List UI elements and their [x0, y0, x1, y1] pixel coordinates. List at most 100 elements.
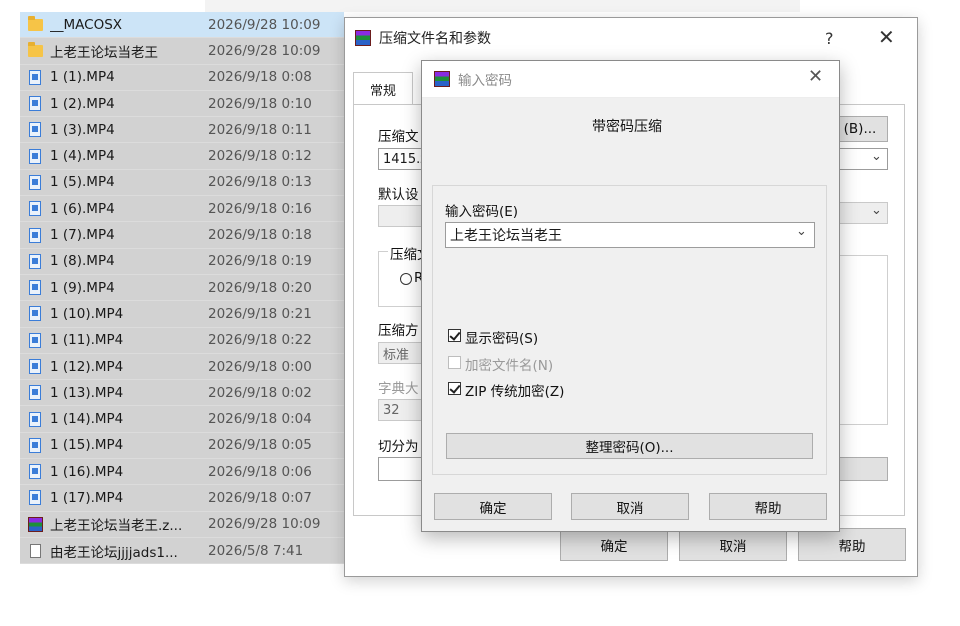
- chevron-down-icon[interactable]: ⌄: [796, 224, 807, 239]
- file-row[interactable]: 1 (13).MP4 2026/9/18 0:02: [20, 380, 344, 407]
- file-row[interactable]: 上老王论坛当老王 2026/9/28 10:09: [20, 38, 344, 65]
- file-modified-date: 2026/9/18 0:00: [208, 358, 312, 375]
- file-modified-date: 2026/9/18 0:19: [208, 253, 312, 270]
- password-input[interactable]: 上老王论坛当老王: [445, 222, 815, 248]
- file-name: 1 (3).MP4: [50, 121, 115, 138]
- file-row[interactable]: 1 (17).MP4 2026/9/18 0:07: [20, 485, 344, 512]
- file-icon-cell: [20, 437, 50, 453]
- archive-ok-button[interactable]: 确定: [560, 528, 668, 561]
- file-modified-date: 2026/9/18 0:22: [208, 332, 312, 349]
- file-modified-date: 2026/9/18 0:21: [208, 305, 312, 322]
- file-name: 1 (6).MP4: [50, 200, 115, 217]
- file-modified-date: 2026/9/18 0:20: [208, 279, 312, 296]
- video-file-icon: [29, 201, 41, 217]
- password-dialog-title: 输入密码: [458, 73, 512, 89]
- file-name: 1 (7).MP4: [50, 227, 115, 244]
- video-file-icon: [29, 148, 41, 164]
- file-row[interactable]: 由老王论坛jjjjads1... 2026/5/8 7:41: [20, 537, 344, 565]
- password-dialog-titlebar: 输入密码: [422, 61, 839, 98]
- file-name: 上老王论坛当老王: [50, 44, 158, 61]
- file-row[interactable]: 1 (10).MP4 2026/9/18 0:21: [20, 301, 344, 328]
- text-file-icon: [29, 543, 41, 558]
- file-row[interactable]: 1 (3).MP4 2026/9/18 0:11: [20, 117, 344, 144]
- video-file-icon: [29, 69, 41, 85]
- help-icon[interactable]: ?: [825, 29, 834, 48]
- video-file-icon: [29, 306, 41, 322]
- file-icon-cell: [20, 69, 50, 85]
- file-icon-cell: [20, 516, 50, 532]
- file-row[interactable]: 1 (5).MP4 2026/9/18 0:13: [20, 169, 344, 197]
- format-radio[interactable]: [400, 273, 412, 285]
- file-icon-cell: [20, 543, 50, 558]
- file-name: 由老王论坛jjjjads1...: [50, 544, 178, 561]
- encrypt-filenames-checkbox[interactable]: [448, 356, 461, 369]
- file-modified-date: 2026/9/28 10:09: [208, 516, 321, 533]
- file-modified-date: 2026/9/18 0:06: [208, 463, 312, 480]
- enter-password-dialog: 输入密码 ✕ 带密码压缩 输入密码(E) 上老王论坛当老王 ⌄ 显示密码(S) …: [421, 60, 840, 532]
- file-row[interactable]: 1 (1).MP4 2026/9/18 0:08: [20, 64, 344, 91]
- file-modified-date: 2026/9/18 0:18: [208, 227, 312, 244]
- close-icon[interactable]: ✕: [878, 25, 895, 49]
- explorer-column-header-strip: [205, 0, 800, 12]
- file-row[interactable]: 上老王论坛当老王.z... 2026/9/28 10:09: [20, 511, 344, 538]
- file-row[interactable]: 1 (12).MP4 2026/9/18 0:00: [20, 353, 344, 381]
- file-name: 1 (2).MP4: [50, 95, 115, 112]
- password-ok-button[interactable]: 确定: [434, 493, 552, 520]
- file-modified-date: 2026/5/8 7:41: [208, 542, 304, 559]
- file-modified-date: 2026/9/28 10:09: [208, 16, 321, 33]
- archive-dialog-title: 压缩文件名和参数: [379, 31, 491, 47]
- file-modified-date: 2026/9/18 0:10: [208, 95, 312, 112]
- file-name: 1 (14).MP4: [50, 411, 124, 428]
- password-heading: 带密码压缩: [592, 119, 662, 135]
- file-row[interactable]: 1 (15).MP4 2026/9/18 0:05: [20, 432, 344, 460]
- file-row[interactable]: 1 (6).MP4 2026/9/18 0:16: [20, 196, 344, 223]
- file-icon-cell: [20, 359, 50, 374]
- file-modified-date: 2026/9/18 0:12: [208, 148, 312, 165]
- video-file-icon: [29, 122, 41, 138]
- file-icon-cell: [20, 280, 50, 296]
- archive-help-button[interactable]: 帮助: [798, 528, 906, 561]
- file-name: 1 (1).MP4: [50, 69, 115, 86]
- password-cancel-button[interactable]: 取消: [571, 493, 689, 520]
- file-row[interactable]: __MACOSX 2026/9/28 10:09: [20, 12, 344, 39]
- file-name: 1 (10).MP4: [50, 305, 124, 322]
- file-name: 1 (16).MP4: [50, 463, 124, 480]
- organize-passwords-button[interactable]: 整理密码(O)...: [446, 433, 813, 459]
- options-group: [832, 255, 888, 425]
- archive-cancel-button[interactable]: 取消: [679, 528, 787, 561]
- file-name: 1 (8).MP4: [50, 253, 115, 270]
- close-icon[interactable]: ✕: [808, 66, 823, 87]
- file-name: 1 (9).MP4: [50, 279, 115, 296]
- video-file-icon: [29, 332, 41, 348]
- tab-general[interactable]: 常规: [353, 72, 413, 105]
- file-row[interactable]: 1 (4).MP4 2026/9/18 0:12: [20, 143, 344, 170]
- file-modified-date: 2026/9/18 0:04: [208, 411, 312, 428]
- dict-size-label: 字典大: [378, 381, 419, 397]
- video-file-icon: [29, 359, 41, 374]
- video-file-icon: [29, 464, 41, 480]
- file-row[interactable]: 1 (14).MP4 2026/9/18 0:04: [20, 406, 344, 433]
- winrar-archive-icon: [27, 516, 43, 532]
- file-modified-date: 2026/9/18 0:13: [208, 174, 312, 191]
- chevron-down-icon: ⌄: [871, 149, 882, 164]
- file-name: 1 (12).MP4: [50, 358, 124, 375]
- file-row[interactable]: 1 (9).MP4 2026/9/18 0:20: [20, 274, 344, 302]
- show-password-checkbox[interactable]: [448, 329, 461, 342]
- file-row[interactable]: 1 (11).MP4 2026/9/18 0:22: [20, 327, 344, 354]
- file-name: 1 (4).MP4: [50, 148, 115, 165]
- set-password-button[interactable]: [832, 457, 888, 481]
- file-icon-cell: [20, 411, 50, 427]
- browse-button[interactable]: (B)...: [832, 116, 888, 142]
- file-row[interactable]: 1 (7).MP4 2026/9/18 0:18: [20, 222, 344, 249]
- video-file-icon: [29, 437, 41, 453]
- folder-icon: [27, 15, 43, 31]
- encrypt-filenames-label: 加密文件名(N): [465, 358, 554, 374]
- file-icon-cell: [20, 15, 50, 31]
- file-modified-date: 2026/9/18 0:02: [208, 384, 312, 401]
- file-row[interactable]: 1 (16).MP4 2026/9/18 0:06: [20, 459, 344, 486]
- zip-legacy-encryption-checkbox[interactable]: [448, 382, 461, 395]
- password-help-button[interactable]: 帮助: [709, 493, 827, 520]
- file-row[interactable]: 1 (2).MP4 2026/9/18 0:10: [20, 90, 344, 118]
- file-row[interactable]: 1 (8).MP4 2026/9/18 0:19: [20, 248, 344, 275]
- video-file-icon: [29, 174, 41, 190]
